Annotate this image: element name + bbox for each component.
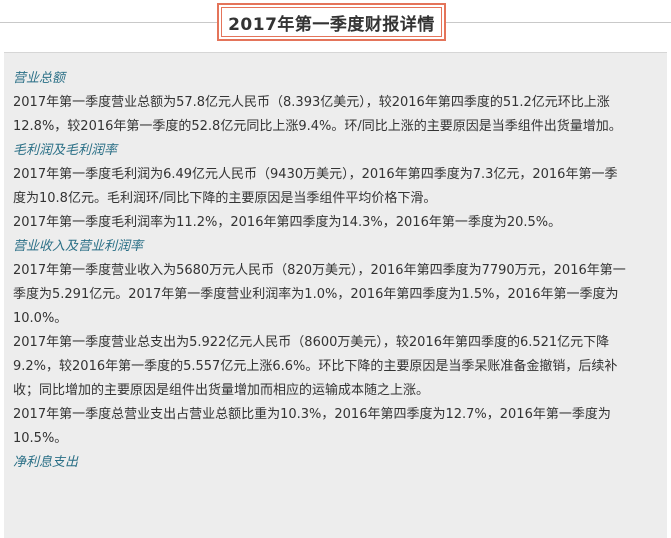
paragraph-line: 2017年第一季度营业总支出为5.922亿元人民币（8600万美元），较2016… [13,335,610,350]
paragraph: 2017年第一季度营业总额为57.8亿元人民币（8.393亿美元），较2016年… [13,91,667,139]
paragraph-line: 度为10.8亿元。毛利润环/同比下降的主要原因是当季组件平均价格下滑。 [13,191,437,206]
title-bar: 2017年第一季度财报详情 [0,0,671,52]
page-title: 2017年第一季度财报详情 [221,7,442,37]
page: 2017年第一季度财报详情 营业总额 2017年第一季度营业总额为57.8亿元人… [0,0,671,538]
paragraph-line: 2017年第一季度总营业支出占营业总额比重为10.3%，2016年第四季度为12… [13,407,611,422]
paragraph-line: 2017年第一季度营业收入为5680万元人民币（820万美元），2016年第四季… [13,263,626,278]
article-body: 营业总额 2017年第一季度营业总额为57.8亿元人民币（8.393亿美元），较… [4,52,667,538]
paragraph-line: 收；同比增加的主要原因是组件出货量增加而相应的运输成本随之上涨。 [13,383,430,398]
section-heading-net-interest: 净利息支出 [13,455,79,470]
paragraph-line: 季度为5.291亿元。2017年第一季度营业利润率为1.0%，2016年第四季度… [13,287,619,302]
paragraph: 2017年第一季度毛利润率为11.2%，2016年第四季度为14.3%，2016… [13,211,667,235]
paragraph: 2017年第一季度营业总支出为5.922亿元人民币（8600万美元），较2016… [13,331,667,403]
paragraph-line: 2017年第一季度毛利润为6.49亿元人民币（9430万美元），2016年第四季… [13,167,618,182]
paragraph-line: 2017年第一季度营业总额为57.8亿元人民币（8.393亿美元），较2016年… [13,95,610,110]
paragraph-line: 12.8%，较2016年第一季度的52.8亿元同比上涨9.4%。环/同比上涨的主… [13,119,622,134]
paragraph: 2017年第一季度营业收入为5680万元人民币（820万美元），2016年第四季… [13,259,667,331]
title-frame: 2017年第一季度财报详情 [217,3,446,41]
title-divider-right [446,22,671,23]
paragraph: 2017年第一季度总营业支出占营业总额比重为10.3%，2016年第四季度为12… [13,403,667,451]
paragraph: 2017年第一季度毛利润为6.49亿元人民币（9430万美元），2016年第四季… [13,163,667,211]
paragraph-line: 10.5%。 [13,431,68,446]
paragraph-line: 9.2%，较2016年第一季度的5.557亿元上涨6.6%。环比下降的主要原因是… [13,359,618,374]
section-heading-operating-income: 营业收入及营业利润率 [13,239,144,254]
paragraph-line: 10.0%。 [13,311,68,326]
paragraph-line: 2017年第一季度毛利润率为11.2%，2016年第四季度为14.3%，2016… [13,215,562,230]
section-heading-revenue: 营业总额 [13,71,66,86]
section-heading-gross-profit: 毛利润及毛利润率 [13,143,118,158]
title-divider-left [0,22,217,23]
